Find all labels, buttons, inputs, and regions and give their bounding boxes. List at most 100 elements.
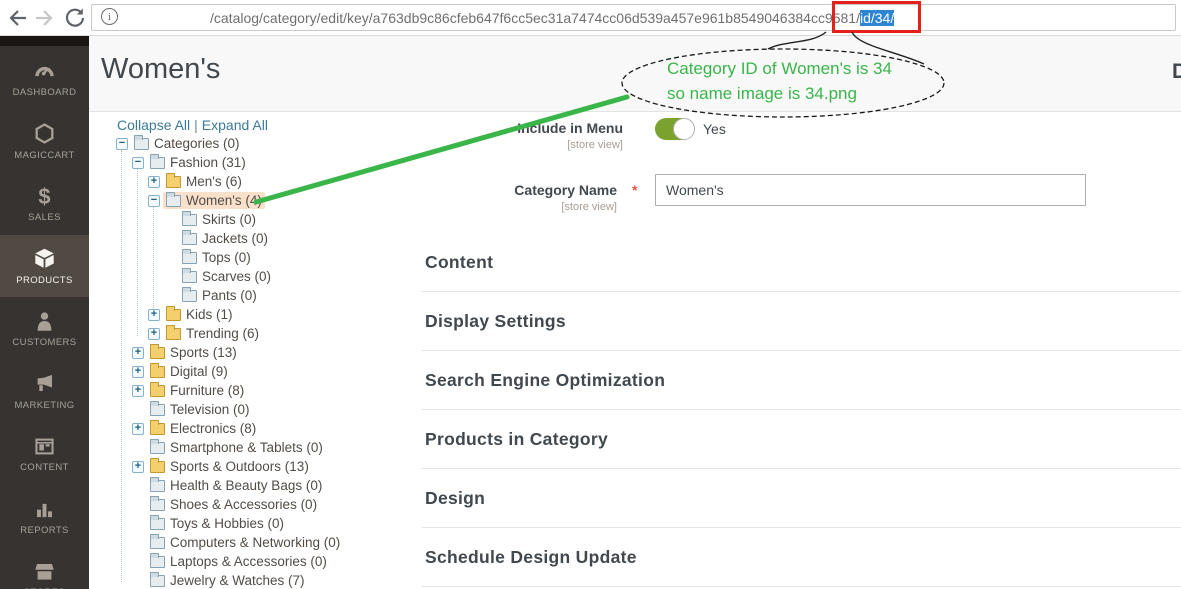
node-body: Tops (0) — [179, 249, 254, 266]
tree-node-digital-9[interactable]: +Digital (9) — [116, 362, 436, 381]
tree-node-label: Sports & Outdoors (13) — [170, 459, 309, 474]
tree-node-jewelry-watches-7[interactable]: Jewelry & Watches (7) — [116, 571, 436, 589]
clipped-header-button[interactable]: D — [1172, 60, 1181, 84]
folder-icon — [182, 290, 197, 302]
browser-refresh-button[interactable] — [62, 5, 88, 31]
sidebar-item-products[interactable]: PRODUCTS — [0, 235, 89, 298]
category-name-input[interactable] — [655, 174, 1086, 206]
expand-node-icon[interactable]: + — [132, 461, 144, 473]
tree-node-furniture-8[interactable]: +Furniture (8) — [116, 381, 436, 400]
sidebar-item-dashboard[interactable]: DASHBOARD — [0, 47, 89, 110]
section-search-engine-optimization[interactable]: Search Engine Optimization — [422, 351, 1181, 410]
tree-node-label: Skirts (0) — [202, 212, 256, 227]
sidebar-item-sales[interactable]: $SALES — [0, 172, 89, 235]
expand-node-icon[interactable]: + — [132, 366, 144, 378]
section-design[interactable]: Design — [422, 469, 1181, 528]
folder-icon — [150, 385, 165, 397]
sidebar-item-stores[interactable]: STORES — [0, 547, 89, 589]
tree-node-women-s-4[interactable]: −Women's (4) — [116, 191, 436, 210]
folder-icon — [150, 461, 165, 473]
customers-icon — [33, 308, 56, 334]
expand-node-icon[interactable]: + — [148, 328, 160, 340]
folder-icon — [150, 480, 165, 492]
node-body: Jackets (0) — [179, 230, 271, 247]
folder-icon — [166, 309, 181, 321]
tree-node-skirts-0[interactable]: Skirts (0) — [116, 210, 436, 229]
page-info-icon[interactable]: i — [101, 8, 118, 25]
node-body: Jewelry & Watches (7) — [147, 572, 308, 589]
folder-icon — [150, 366, 165, 378]
tree-node-label: Health & Beauty Bags (0) — [170, 478, 322, 493]
folder-icon — [150, 575, 165, 587]
section-display-settings[interactable]: Display Settings — [422, 292, 1181, 351]
sidebar-item-customers[interactable]: CUSTOMERS — [0, 297, 89, 360]
node-body: Trending (6) — [163, 325, 262, 342]
folder-icon — [150, 556, 165, 568]
node-body: Categories (0) — [131, 135, 243, 152]
sidebar-item-marketing[interactable]: MARKETING — [0, 360, 89, 423]
section-schedule-design-update[interactable]: Schedule Design Update — [422, 528, 1181, 587]
collapse-node-icon[interactable]: − — [116, 138, 128, 150]
folder-icon — [150, 157, 165, 169]
tree-node-smartphone-tablets-0[interactable]: Smartphone & Tablets (0) — [116, 438, 436, 457]
tree-node-men-s-6[interactable]: +Men's (6) — [116, 172, 436, 191]
sidebar-item-reports[interactable]: REPORTS — [0, 485, 89, 548]
section-products-in-category[interactable]: Products in Category — [422, 410, 1181, 469]
include-in-menu-label: Include in Menu — [413, 120, 623, 136]
tree-node-label: Computers & Networking (0) — [170, 535, 340, 550]
expand-all-link[interactable]: Expand All — [202, 117, 268, 133]
folder-icon — [150, 423, 165, 435]
url-text[interactable]: /catalog/category/edit/key/a763db9c86cfe… — [210, 4, 894, 31]
expand-node-icon[interactable]: + — [132, 347, 144, 359]
tree-node-shoes-accessories-0[interactable]: Shoes & Accessories (0) — [116, 495, 436, 514]
tree-node-computers-networking-0[interactable]: Computers & Networking (0) — [116, 533, 436, 552]
browser-back-button[interactable] — [4, 5, 30, 31]
folder-icon — [150, 518, 165, 530]
tree-node-pants-0[interactable]: Pants (0) — [116, 286, 436, 305]
collapse-node-icon[interactable]: − — [132, 157, 144, 169]
tree-node-trending-6[interactable]: +Trending (6) — [116, 324, 436, 343]
tree-node-categories-0[interactable]: −Categories (0) — [116, 134, 436, 153]
expand-node-icon[interactable]: + — [148, 309, 160, 321]
expand-node-icon[interactable]: + — [132, 423, 144, 435]
tree-node-label: Toys & Hobbies (0) — [170, 516, 284, 531]
node-body: Smartphone & Tablets (0) — [147, 439, 326, 456]
expand-node-icon[interactable]: + — [148, 176, 160, 188]
browser-toolbar: i /catalog/category/edit/key/a763db9c86c… — [0, 0, 1181, 36]
tree-node-toys-hobbies-0[interactable]: Toys & Hobbies (0) — [116, 514, 436, 533]
node-body: Men's (6) — [163, 173, 245, 190]
tree-node-label: Shoes & Accessories (0) — [170, 497, 317, 512]
tree-node-label: Jackets (0) — [202, 231, 268, 246]
tree-node-fashion-31[interactable]: −Fashion (31) — [116, 153, 436, 172]
page-title: Women's — [101, 53, 220, 86]
node-body: Toys & Hobbies (0) — [147, 515, 287, 532]
sidebar-item-magiccart[interactable]: MAGICCART — [0, 110, 89, 173]
tree-node-label: Jewelry & Watches (7) — [170, 573, 305, 588]
magiccart-icon — [33, 121, 56, 147]
tree-node-laptops-accessories-0[interactable]: Laptops & Accessories (0) — [116, 552, 436, 571]
section-label: Design — [422, 488, 485, 509]
include-in-menu-value: Yes — [703, 121, 726, 137]
annotation-text-line2: so name image is 34.png — [667, 84, 857, 104]
sidebar-item-label: PRODUCTS — [16, 275, 73, 286]
section-content[interactable]: Content — [422, 233, 1181, 292]
folder-icon — [150, 537, 165, 549]
tree-node-sports-13[interactable]: +Sports (13) — [116, 343, 436, 362]
node-body: Fashion (31) — [147, 154, 249, 171]
sidebar-item-content[interactable]: CONTENT — [0, 422, 89, 485]
tree-node-television-0[interactable]: Television (0) — [116, 400, 436, 419]
tree-node-electronics-8[interactable]: +Electronics (8) — [116, 419, 436, 438]
collapse-all-link[interactable]: Collapse All — [117, 117, 190, 133]
browser-forward-button[interactable] — [32, 5, 58, 31]
collapse-node-icon[interactable]: − — [148, 195, 160, 207]
include-in-menu-toggle[interactable] — [655, 118, 693, 140]
tree-node-jackets-0[interactable]: Jackets (0) — [116, 229, 436, 248]
expand-node-icon[interactable]: + — [132, 385, 144, 397]
tree-node-sports-outdoors-13[interactable]: + Sports & Outdoors (13) — [116, 457, 436, 476]
tree-node-tops-0[interactable]: Tops (0) — [116, 248, 436, 267]
content-icon — [33, 433, 56, 459]
tree-node-health-beauty-bags-0[interactable]: Health & Beauty Bags (0) — [116, 476, 436, 495]
tree-node-scarves-0[interactable]: Scarves (0) — [116, 267, 436, 286]
url-id-selected-text: id/34/ — [860, 10, 894, 26]
tree-node-kids-1[interactable]: +Kids (1) — [116, 305, 436, 324]
